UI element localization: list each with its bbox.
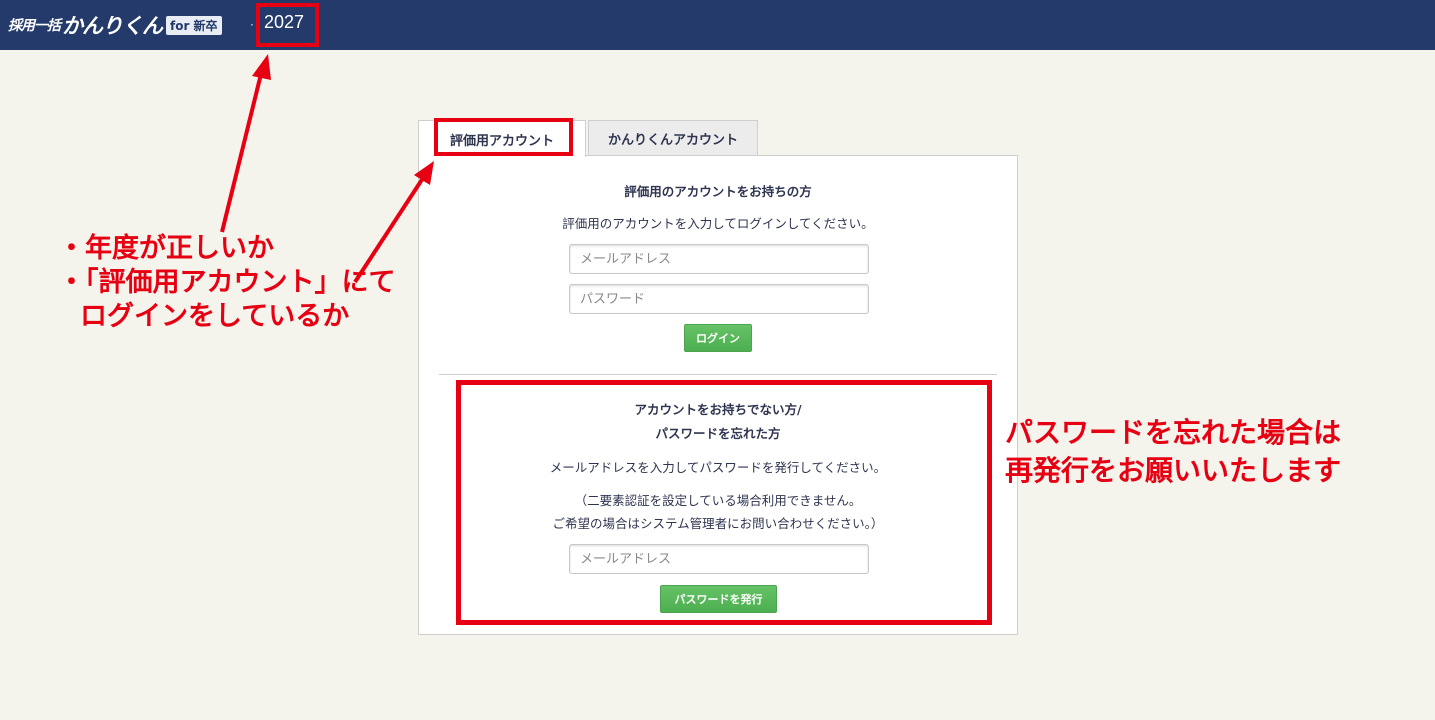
annotation-arrows (220, 54, 434, 284)
annotation-line: ・「評価用アカウント」にて (58, 267, 396, 298)
annotation-line: ログインをしているか (80, 301, 350, 332)
annotation-checklist: ・年度が正しいか ・「評価用アカウント」にて ログインをしているか (58, 232, 396, 334)
annotation-line: パスワードを忘れた場合は (1005, 416, 1342, 449)
tab-highlight-box (434, 118, 573, 156)
arrow-head-year (252, 54, 271, 80)
arrow-to-year (220, 69, 264, 233)
annotation-reset-note: パスワードを忘れた場合は 再発行をお願いいたします (1005, 414, 1341, 490)
arrow-head-tab (414, 161, 434, 185)
annotation-line: 再発行をお願いいたします (1005, 454, 1342, 487)
annotation-line: ・年度が正しいか (58, 233, 274, 264)
